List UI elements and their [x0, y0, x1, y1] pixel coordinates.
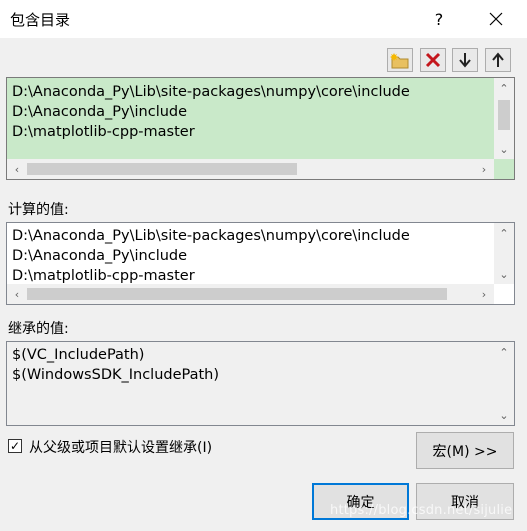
new-folder-icon: [390, 53, 409, 69]
inherited-values-label: 继承的值:: [8, 321, 69, 337]
scroll-right-arrow-icon[interactable]: ›: [474, 159, 494, 179]
scroll-thumb[interactable]: [27, 163, 297, 175]
evaluated-value-box: D:\Anaconda_Py\Lib\site-packages\numpy\c…: [6, 222, 515, 305]
editor-vertical-scrollbar[interactable]: ⌃ ⌄: [494, 78, 514, 159]
help-button[interactable]: ?: [420, 3, 458, 35]
evaluated-line: D:\Anaconda_Py\Lib\site-packages\numpy\c…: [12, 228, 410, 244]
include-directories-editor[interactable]: D:\Anaconda_Py\Lib\site-packages\numpy\c…: [6, 77, 515, 180]
title-bar: 包含目录 ?: [0, 0, 527, 38]
delete-button[interactable]: [420, 48, 446, 72]
macros-button[interactable]: 宏(M) >>: [416, 432, 514, 469]
scroll-right-arrow-icon[interactable]: ›: [474, 284, 494, 304]
scroll-up-arrow-icon[interactable]: ⌃: [494, 342, 514, 362]
new-line-button[interactable]: [387, 48, 413, 72]
scroll-up-arrow-icon[interactable]: ⌃: [494, 78, 514, 98]
evaluated-horizontal-scrollbar[interactable]: ‹ ›: [7, 284, 494, 304]
editor-horizontal-scrollbar[interactable]: ‹ ›: [7, 159, 494, 179]
watermark-url: https://blog.csdn.net/sijulie: [330, 503, 513, 518]
move-up-button[interactable]: [485, 48, 511, 72]
scroll-up-arrow-icon[interactable]: ⌃: [494, 223, 514, 243]
scroll-left-arrow-icon[interactable]: ‹: [7, 159, 27, 179]
evaluated-line: D:\Anaconda_Py\include: [12, 248, 188, 264]
scroll-down-arrow-icon[interactable]: ⌄: [494, 405, 514, 425]
inherited-vertical-scrollbar[interactable]: ⌃ ⌄: [494, 342, 514, 425]
scroll-thumb[interactable]: [27, 288, 447, 300]
scroll-down-arrow-icon[interactable]: ⌄: [494, 264, 514, 284]
inherited-values-box: $(VC_IncludePath) $(WindowsSDK_IncludePa…: [6, 341, 515, 426]
evaluated-vertical-scrollbar[interactable]: ⌃ ⌄: [494, 223, 514, 284]
scroll-thumb[interactable]: [498, 100, 510, 130]
inherited-line: $(VC_IncludePath): [12, 347, 145, 363]
scroll-left-arrow-icon[interactable]: ‹: [7, 284, 27, 304]
evaluated-line: D:\matplotlib-cpp-master: [12, 268, 195, 284]
delete-x-icon: [425, 52, 441, 68]
evaluated-value-label: 计算的值:: [8, 202, 69, 218]
inherit-checkbox-label[interactable]: 从父级或项目默认设置继承(I): [29, 437, 212, 457]
move-down-button[interactable]: [452, 48, 478, 72]
arrow-up-icon: [492, 52, 504, 67]
inherited-line: $(WindowsSDK_IncludePath): [12, 367, 220, 383]
window-title: 包含目录: [10, 11, 71, 29]
close-button[interactable]: [476, 3, 516, 35]
arrow-down-icon: [459, 53, 471, 68]
editor-line[interactable]: D:\Anaconda_Py\include: [12, 102, 410, 122]
editor-line[interactable]: D:\Anaconda_Py\Lib\site-packages\numpy\c…: [12, 82, 410, 102]
scroll-down-arrow-icon[interactable]: ⌄: [494, 139, 514, 159]
editor-line[interactable]: D:\matplotlib-cpp-master: [12, 122, 410, 142]
inherit-checkbox[interactable]: ✓: [8, 439, 22, 453]
close-icon: [489, 12, 503, 26]
